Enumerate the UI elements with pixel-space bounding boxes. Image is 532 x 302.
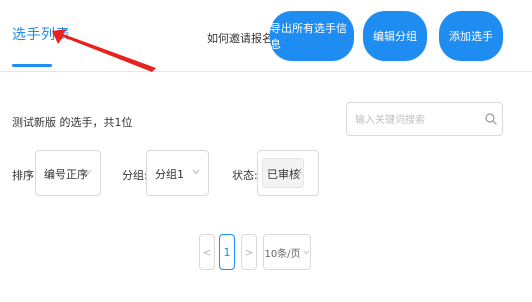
search-icon[interactable] <box>484 112 498 126</box>
sort-label: 排序: <box>12 169 38 182</box>
header-bar: 选手列表 如何邀请报名? 导出所有选手信息 编辑分组 添加选手 <box>0 0 532 72</box>
status-label: 状态: <box>232 169 258 182</box>
group-label: 分组: <box>122 169 148 182</box>
search-box <box>346 102 503 136</box>
page-size-select[interactable]: 10条/页 <box>263 234 311 270</box>
active-tab-indicator <box>12 64 52 67</box>
chevron-down-icon <box>192 169 200 175</box>
add-player-button[interactable]: 添加选手 <box>439 11 503 61</box>
page: 选手列表 如何邀请报名? 导出所有选手信息 编辑分组 添加选手 测试新版 的选手… <box>0 0 532 302</box>
player-count-summary: 测试新版 的选手，共1位 <box>12 116 133 129</box>
chevron-down-icon <box>303 250 309 254</box>
page-1-button[interactable]: 1 <box>219 234 235 270</box>
close-icon[interactable]: × <box>295 167 303 177</box>
page-size-value: 10条/页 <box>264 248 301 260</box>
edit-group-button[interactable]: 编辑分组 <box>363 11 427 61</box>
next-page-button[interactable]: > <box>241 234 257 270</box>
chevron-down-icon <box>84 169 92 175</box>
group-select[interactable]: 分组1 <box>146 150 209 196</box>
sort-select[interactable]: 编号正序 <box>35 150 101 196</box>
tab-player-list[interactable]: 选手列表 <box>12 24 70 44</box>
invite-help-link[interactable]: 如何邀请报名? <box>207 30 279 46</box>
status-tag: 已审核 × <box>262 158 304 188</box>
sort-value: 编号正序 <box>44 168 88 181</box>
group-value: 分组1 <box>155 168 184 181</box>
prev-page-button[interactable]: < <box>199 234 215 270</box>
search-input[interactable] <box>355 111 480 129</box>
export-all-players-button[interactable]: 导出所有选手信息 <box>270 11 354 61</box>
